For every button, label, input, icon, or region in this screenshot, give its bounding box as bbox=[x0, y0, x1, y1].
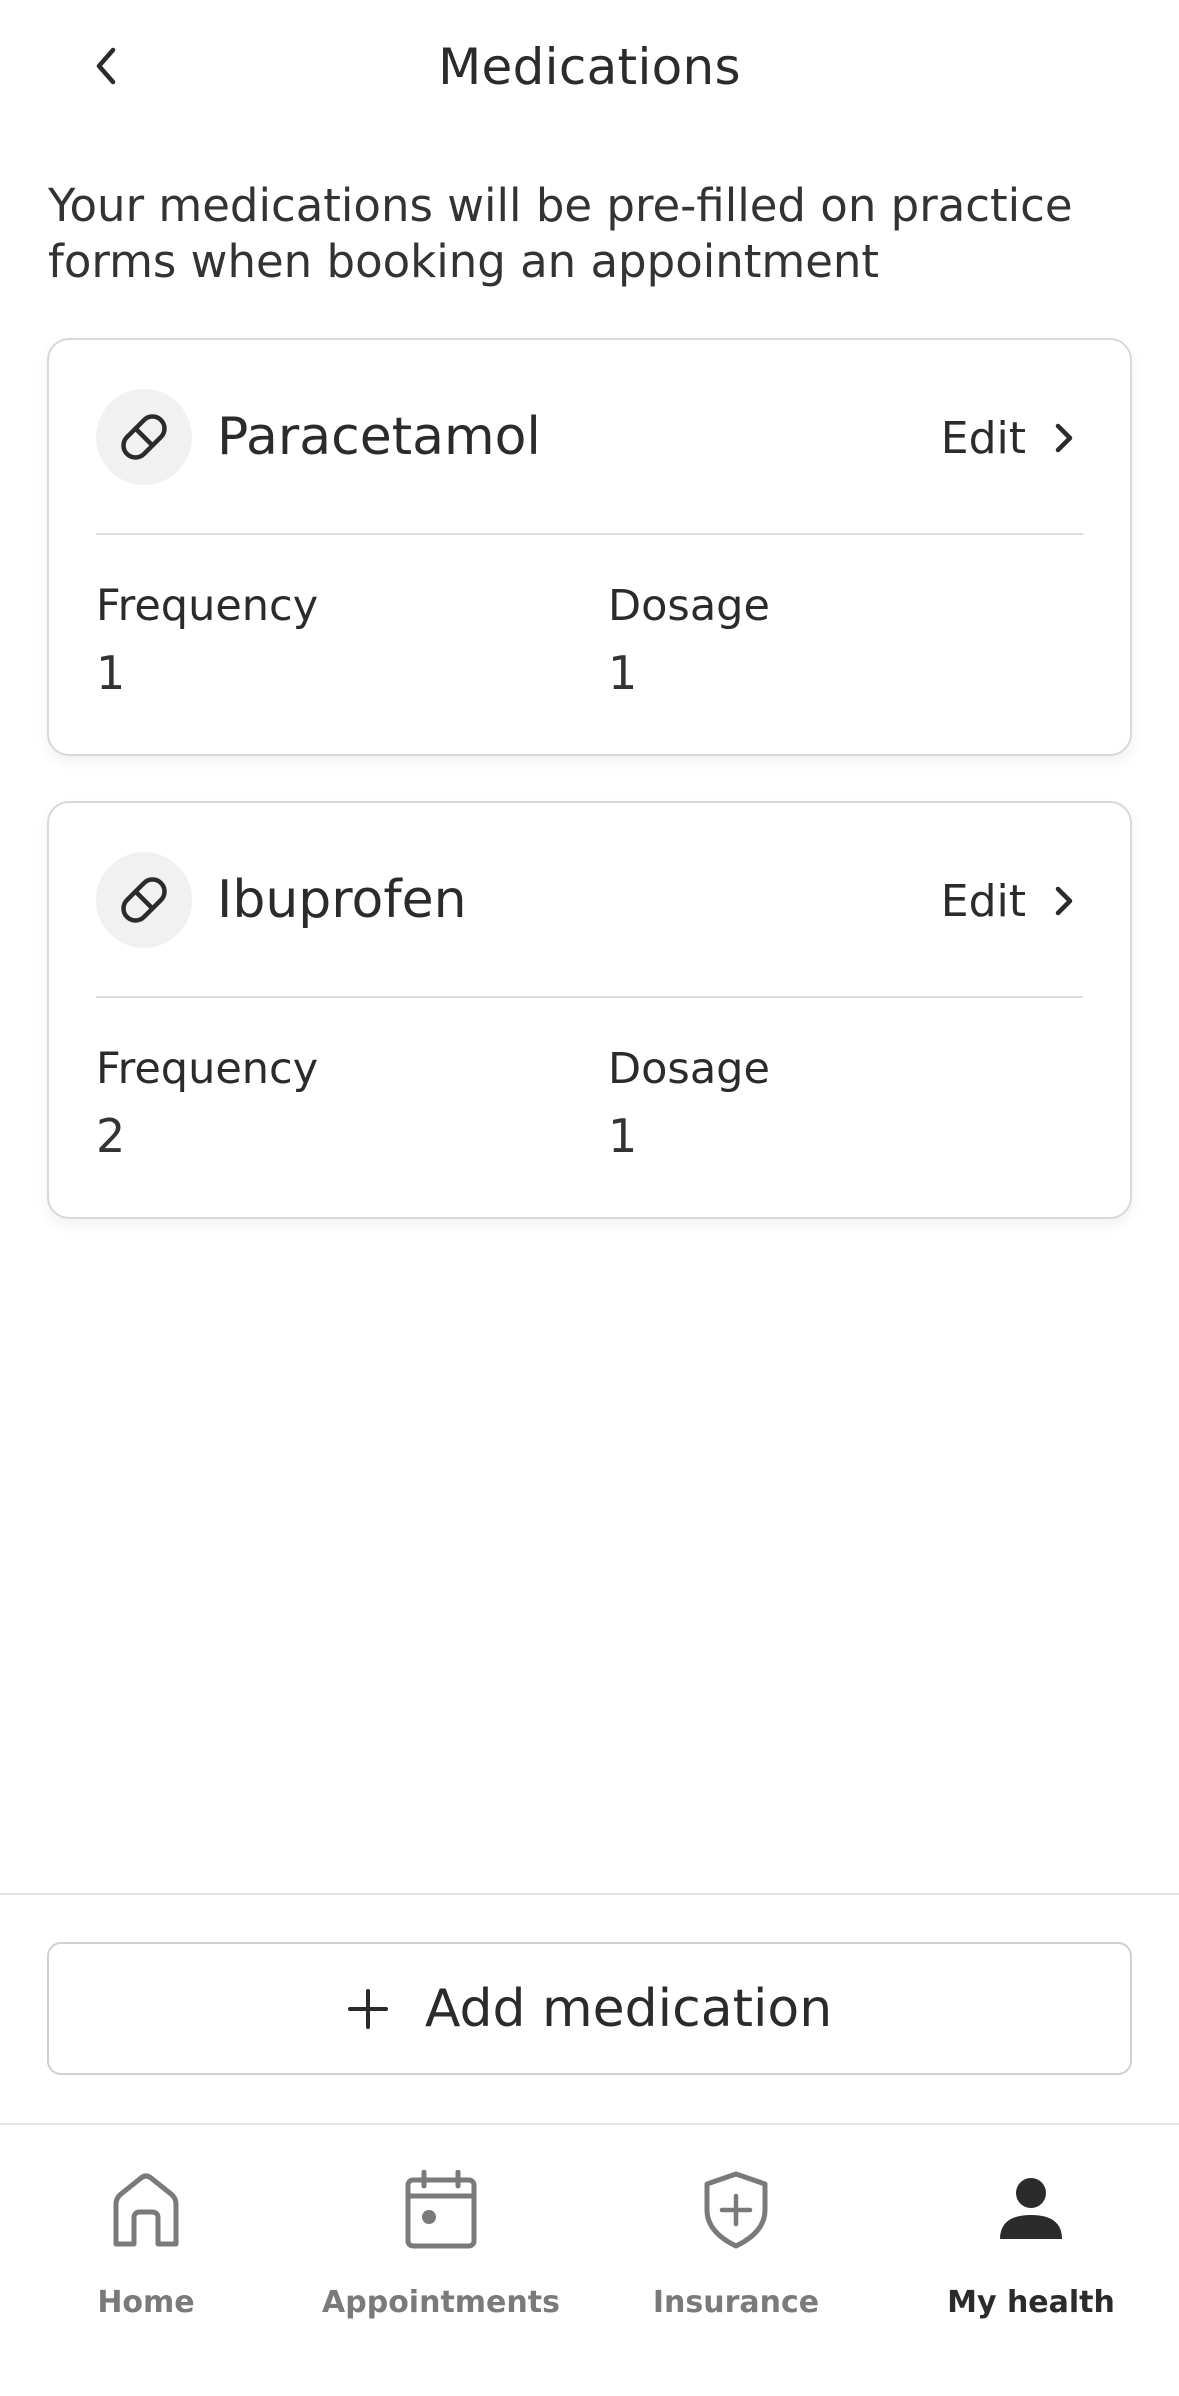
tab-my-health-label: My health bbox=[947, 2285, 1115, 2320]
medication-name: Ibuprofen bbox=[217, 870, 467, 930]
pill-icon bbox=[121, 414, 167, 460]
intro-text: Your medications will be pre-filled on p… bbox=[48, 179, 1073, 288]
pill-icon-badge bbox=[96, 852, 192, 948]
bottom-tab-bar: Home Appointments Insurance My health bbox=[0, 2123, 1179, 2396]
medication-name: Paracetamol bbox=[217, 407, 541, 467]
page-title: Medications bbox=[438, 38, 741, 96]
add-medication-button[interactable]: Add medication bbox=[47, 1942, 1132, 2075]
dosage-field: Dosage 1 bbox=[608, 1043, 770, 1163]
person-icon bbox=[991, 2165, 1071, 2255]
header: Medications bbox=[0, 0, 1179, 134]
dosage-label: Dosage bbox=[608, 581, 770, 631]
tab-appointments-label: Appointments bbox=[322, 2285, 560, 2320]
medication-card: Paracetamol Edit Frequency 1 Dosage 1 bbox=[47, 338, 1132, 756]
dosage-label: Dosage bbox=[608, 1044, 770, 1094]
edit-label: Edit bbox=[940, 412, 1026, 464]
dosage-value: 1 bbox=[608, 646, 638, 700]
tab-home[interactable]: Home bbox=[16, 2165, 276, 2323]
medication-card-header: Ibuprofen Edit bbox=[49, 803, 1130, 997]
tab-appointments[interactable]: Appointments bbox=[311, 2165, 571, 2323]
tab-my-health[interactable]: My health bbox=[901, 2165, 1161, 2323]
chevron-right-icon bbox=[1055, 423, 1073, 453]
medication-card-header: Paracetamol Edit bbox=[49, 340, 1130, 534]
medications-screen: Medications Your medications will be pre… bbox=[0, 0, 1179, 2396]
edit-medication-button[interactable]: Edit bbox=[941, 871, 1076, 931]
tab-insurance[interactable]: Insurance bbox=[606, 2165, 866, 2323]
edit-label: Edit bbox=[940, 875, 1026, 927]
frequency-value: 1 bbox=[96, 646, 126, 700]
frequency-label: Frequency bbox=[96, 581, 319, 631]
frequency-value: 2 bbox=[96, 1109, 126, 1163]
medication-card: Ibuprofen Edit Frequency 2 Dosage 1 bbox=[47, 801, 1132, 1219]
shield-plus-icon bbox=[696, 2165, 776, 2255]
chevron-right-icon bbox=[1055, 886, 1073, 916]
pill-icon-badge bbox=[96, 389, 192, 485]
frequency-label: Frequency bbox=[96, 1044, 319, 1094]
add-medication-label: Add medication bbox=[424, 1978, 833, 2039]
dosage-field: Dosage 1 bbox=[608, 580, 770, 700]
edit-medication-button[interactable]: Edit bbox=[941, 408, 1076, 468]
pill-icon bbox=[121, 877, 167, 923]
card-divider bbox=[96, 533, 1083, 535]
plus-icon bbox=[347, 1988, 388, 2029]
dosage-value: 1 bbox=[608, 1109, 638, 1163]
footer-divider bbox=[0, 1893, 1179, 1895]
frequency-field: Frequency 1 bbox=[96, 580, 318, 700]
tab-insurance-label: Insurance bbox=[652, 2285, 820, 2320]
calendar-icon bbox=[401, 2165, 481, 2255]
home-icon bbox=[106, 2165, 186, 2255]
frequency-field: Frequency 2 bbox=[96, 1043, 318, 1163]
tab-home-label: Home bbox=[97, 2285, 195, 2320]
card-divider bbox=[96, 996, 1083, 998]
